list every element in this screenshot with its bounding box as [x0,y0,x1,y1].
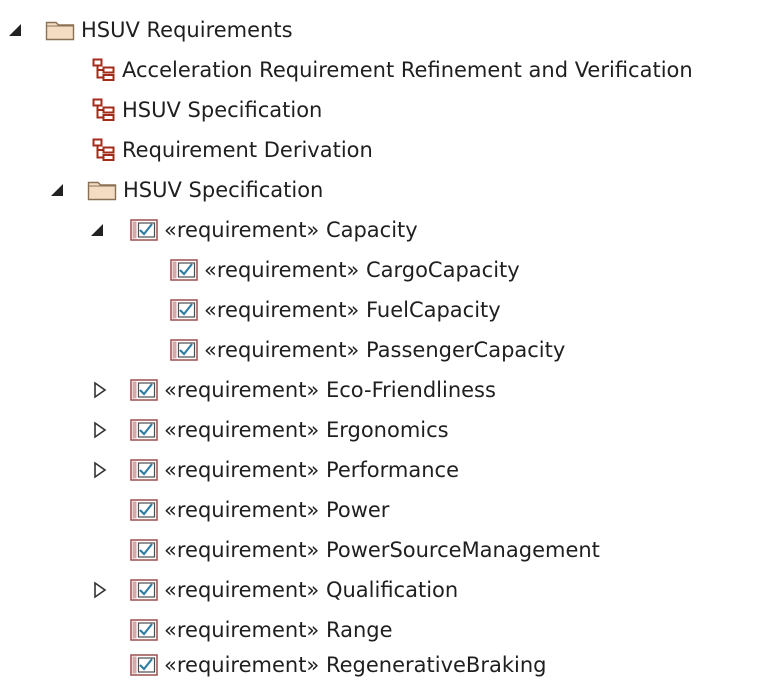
folder-icon [87,179,117,201]
requirement-icon [170,299,198,321]
tree-row-label: «requirement» CargoCapacity [204,258,520,282]
tree-row-label: «requirement» Power [164,498,390,522]
collapsed-triangle-icon[interactable] [88,458,112,482]
tree-row-requirement-fuelcapacity[interactable]: «requirement» FuelCapacity [0,290,773,330]
requirement-icon [130,219,158,241]
tree-row-label: «requirement» PassengerCapacity [204,338,566,362]
requirement-icon [130,379,158,401]
project-browser-tree: HSUV Requirements Acceleration Requireme… [0,0,773,685]
tree-row-requirement-range[interactable]: «requirement» Range [0,610,773,650]
tree-row-package-hsuv-specification[interactable]: HSUV Specification [0,170,773,210]
tree-row-label: «requirement» PowerSourceManagement [164,538,600,562]
tree-row-hsuv-requirements[interactable]: HSUV Requirements [0,10,773,50]
tree-row-label: «requirement» RegenerativeBraking [164,653,547,677]
tree-row-label: HSUV Specification [123,178,324,202]
requirement-icon [130,459,158,481]
tree-row-label: HSUV Requirements [81,18,293,42]
diagram-icon [92,98,116,122]
tree-row-requirement-cargocapacity[interactable]: «requirement» CargoCapacity [0,250,773,290]
tree-row-diagram-requirement-derivation[interactable]: Requirement Derivation [0,130,773,170]
tree-row-label: Acceleration Requirement Refinement and … [122,58,693,82]
tree-row-requirement-capacity[interactable]: «requirement» Capacity [0,210,773,250]
tree-row-diagram-acceleration[interactable]: Acceleration Requirement Refinement and … [0,50,773,90]
tree-row-requirement-power[interactable]: «requirement» Power [0,490,773,530]
diagram-icon [92,58,116,82]
requirement-icon [130,579,158,601]
expanded-triangle-icon[interactable] [4,18,28,42]
tree-row-diagram-hsuv-specification[interactable]: HSUV Specification [0,90,773,130]
expanded-triangle-icon[interactable] [46,178,70,202]
tree-row-label: «requirement» Ergonomics [164,418,449,442]
tree-row-label: «requirement» FuelCapacity [204,298,501,322]
diagram-icon [92,138,116,162]
requirement-icon [130,654,158,676]
tree-row-requirement-qualification[interactable]: «requirement» Qualification [0,570,773,610]
collapsed-triangle-icon[interactable] [88,378,112,402]
tree-row-label: Requirement Derivation [122,138,373,162]
tree-row-requirement-regenerativebraking[interactable]: «requirement» RegenerativeBraking [0,645,773,685]
tree-row-label: «requirement» Capacity [164,218,418,242]
requirement-icon [130,499,158,521]
requirement-icon [170,259,198,281]
tree-row-label: «requirement» Qualification [164,578,459,602]
folder-icon [45,19,75,41]
collapsed-triangle-icon[interactable] [88,578,112,602]
tree-row-label: «requirement» Eco-Friendliness [164,378,496,402]
requirement-icon [130,619,158,641]
tree-row-requirement-powersourcemanagement[interactable]: «requirement» PowerSourceManagement [0,530,773,570]
tree-row-label: «requirement» Range [164,618,393,642]
requirement-icon [130,419,158,441]
requirement-icon [130,539,158,561]
tree-row-requirement-ergonomics[interactable]: «requirement» Ergonomics [0,410,773,450]
tree-row-requirement-performance[interactable]: «requirement» Performance [0,450,773,490]
collapsed-triangle-icon[interactable] [88,418,112,442]
tree-row-label: «requirement» Performance [164,458,460,482]
tree-row-requirement-eco-friendliness[interactable]: «requirement» Eco-Friendliness [0,370,773,410]
tree-row-requirement-passengercapacity[interactable]: «requirement» PassengerCapacity [0,330,773,370]
tree-row-label: HSUV Specification [122,98,323,122]
requirement-icon [170,339,198,361]
expanded-triangle-icon[interactable] [86,218,110,242]
